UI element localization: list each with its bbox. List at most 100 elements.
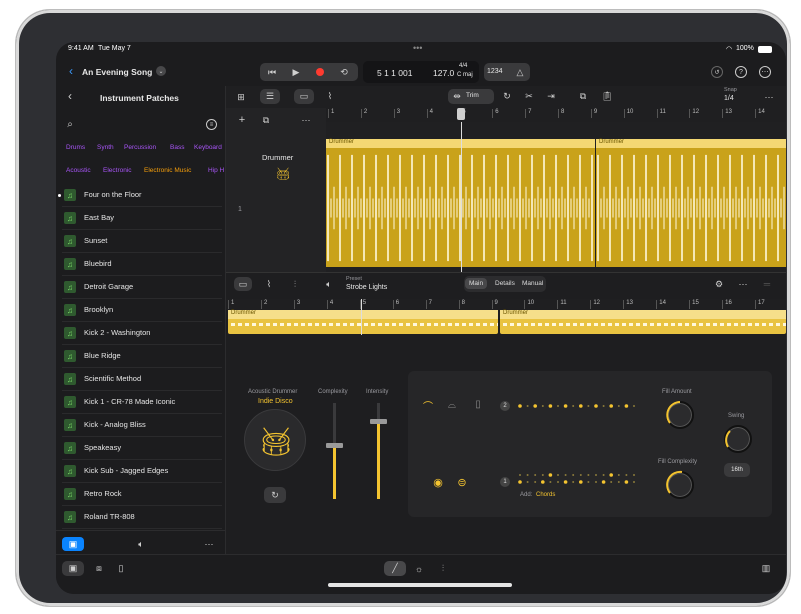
- list-item[interactable]: ♫ Four on the Floor: [58, 185, 222, 207]
- song-title[interactable]: An Evening Song: [82, 67, 152, 77]
- pattern-number-top[interactable]: 2: [500, 401, 510, 411]
- rewind-icon[interactable]: ⏮: [264, 66, 280, 78]
- speaker-icon[interactable]: 🔈︎: [134, 537, 148, 551]
- trim-tool[interactable]: ⇹ Trim: [448, 89, 494, 104]
- resize-handle-icon[interactable]: ═: [760, 277, 774, 291]
- tab-main[interactable]: Main: [465, 278, 488, 289]
- speaker-icon[interactable]: 🔈︎: [322, 277, 336, 291]
- grid-icon[interactable]: ⊞: [234, 90, 248, 104]
- search-icon[interactable]: ⌕: [64, 118, 76, 130]
- fill-complexity-knob[interactable]: [666, 470, 694, 499]
- cycle-icon[interactable]: ⟲: [336, 66, 352, 78]
- preset-value[interactable]: Strobe Lights: [346, 284, 387, 291]
- list-item[interactable]: ♫ Speakeasy: [62, 438, 222, 460]
- play-icon[interactable]: ▶: [288, 66, 304, 78]
- loop-icon[interactable]: ↻: [500, 89, 514, 104]
- more-icon[interactable]: ⋯: [300, 114, 312, 126]
- slider-thumb[interactable]: [370, 419, 387, 424]
- list-item[interactable]: ♫ Kick 1 - CR-78 Made Iconic: [62, 392, 222, 414]
- help-icon[interactable]: ?: [735, 66, 747, 78]
- tab-details[interactable]: Details: [491, 278, 519, 289]
- tab-manual[interactable]: Manual: [518, 278, 547, 289]
- paste-icon[interactable]: 📋︎: [600, 89, 614, 104]
- multitask-handle[interactable]: •••: [413, 43, 422, 53]
- fill-amount-knob[interactable]: [666, 401, 694, 429]
- add-track-icon[interactable]: +: [236, 114, 248, 126]
- more-icon[interactable]: ⋯: [736, 277, 750, 291]
- drummer-region-2[interactable]: Drummer: [596, 139, 786, 267]
- refresh-icon[interactable]: ↻: [264, 487, 286, 503]
- home-indicator[interactable]: [328, 583, 512, 587]
- list-item[interactable]: ♫ Detroit Garage: [62, 277, 222, 299]
- kick-icon[interactable]: ◉: [430, 475, 446, 489]
- list-item[interactable]: ♫ Kick Sub - Jagged Edges: [62, 461, 222, 483]
- duplicate-track-icon[interactable]: ⧉: [260, 114, 272, 126]
- swing-value[interactable]: 16th: [724, 463, 750, 477]
- drummer-name[interactable]: Indie Disco: [258, 398, 293, 405]
- snare-icon[interactable]: ⊜: [454, 475, 470, 489]
- drummer-avatar[interactable]: 🥁︎: [244, 409, 306, 471]
- tracks-ruler[interactable]: 1234567891011121314: [326, 108, 786, 122]
- back-chevron-icon[interactable]: ‹: [64, 64, 78, 78]
- tag-electronic[interactable]: Electronic: [103, 167, 132, 174]
- list-item[interactable]: ♫ Roland TR-808: [62, 507, 222, 529]
- tag-keyboard[interactable]: Keyboard: [194, 144, 222, 151]
- edit-icon[interactable]: ╱: [384, 561, 406, 576]
- tag-acoustic[interactable]: Acoustic: [66, 167, 91, 174]
- list-item[interactable]: ♫ Brooklyn: [62, 300, 222, 322]
- intensity-slider[interactable]: [370, 403, 387, 499]
- tag-synth[interactable]: Synth: [97, 144, 114, 151]
- drummer-icon[interactable]: ⫶: [288, 277, 302, 291]
- record-icon[interactable]: [316, 68, 324, 76]
- add-value[interactable]: Chords: [536, 492, 555, 498]
- list-item[interactable]: ♫ Blue Ridge: [62, 346, 222, 368]
- mixer-icon[interactable]: ⫶: [436, 561, 450, 576]
- region-view-icon[interactable]: ▭: [234, 277, 252, 291]
- light-icon[interactable]: ☼: [412, 561, 426, 576]
- plugins-icon[interactable]: ⧈: [92, 561, 106, 576]
- more-icon[interactable]: ⋯: [202, 537, 216, 551]
- filter-icon[interactable]: ≡: [206, 119, 217, 130]
- chevron-down-icon[interactable]: ⌄: [156, 66, 166, 76]
- tag-hip-hop[interactable]: Hip H: [208, 167, 224, 174]
- tag-bass[interactable]: Bass: [170, 144, 184, 151]
- tambourine-icon[interactable]: ▯: [472, 397, 484, 411]
- copy-icon[interactable]: ⧉: [576, 89, 590, 104]
- inspector-icon[interactable]: ▯: [114, 561, 128, 576]
- slider-thumb[interactable]: [326, 443, 343, 448]
- list-item[interactable]: ♫ Kick 2 - Washington: [62, 323, 222, 345]
- list-item[interactable]: ♫ East Bay: [62, 208, 222, 230]
- tag-percussion[interactable]: Percussion: [124, 144, 156, 151]
- automation-icon[interactable]: ⌇: [262, 277, 276, 291]
- join-icon[interactable]: ⇥: [544, 89, 558, 104]
- automation-icon[interactable]: ⌇: [322, 89, 338, 104]
- editor-region-2[interactable]: Drummer: [500, 310, 786, 334]
- library-icon[interactable]: ▣: [62, 537, 84, 551]
- count-in-button[interactable]: 1234: [487, 68, 503, 75]
- lcd-display[interactable]: 5 1 1 001 127.0 4/4 C maj: [363, 61, 479, 83]
- settings-icon[interactable]: ⚙: [712, 277, 726, 291]
- list-item[interactable]: ♫ Scientific Method: [62, 369, 222, 391]
- pattern-row-bottom[interactable]: [516, 471, 640, 491]
- pattern-number-bottom[interactable]: 1: [500, 477, 510, 487]
- list-item[interactable]: ♫ Bluebird: [62, 254, 222, 276]
- region-view-icon[interactable]: ▭: [294, 89, 314, 104]
- editor-region-1[interactable]: Drummer: [228, 310, 498, 334]
- list-item[interactable]: ♫ Sunset: [62, 231, 222, 253]
- more-icon[interactable]: ⋯: [759, 66, 771, 78]
- list-item[interactable]: ♫ Kick - Analog Bliss: [62, 415, 222, 437]
- snap-value[interactable]: 1/4: [724, 95, 734, 102]
- keyboard-icon[interactable]: ▥: [758, 561, 774, 576]
- back-chevron-icon[interactable]: ‹: [64, 89, 76, 103]
- shaker-icon[interactable]: ⌓: [444, 399, 460, 411]
- complexity-slider[interactable]: [326, 403, 343, 499]
- tag-electronic-music[interactable]: Electronic Music: [144, 167, 191, 174]
- metronome-icon[interactable]: △: [514, 66, 526, 78]
- playhead-handle[interactable]: [457, 108, 465, 120]
- list-item[interactable]: ♫ Retro Rock: [62, 484, 222, 506]
- more-icon[interactable]: ⋯: [762, 90, 776, 104]
- track-name[interactable]: Drummer: [262, 153, 293, 162]
- cymbal-icon[interactable]: ⌒: [420, 399, 436, 413]
- pattern-row-top[interactable]: [516, 401, 640, 411]
- browser-icon[interactable]: ▣: [62, 561, 84, 576]
